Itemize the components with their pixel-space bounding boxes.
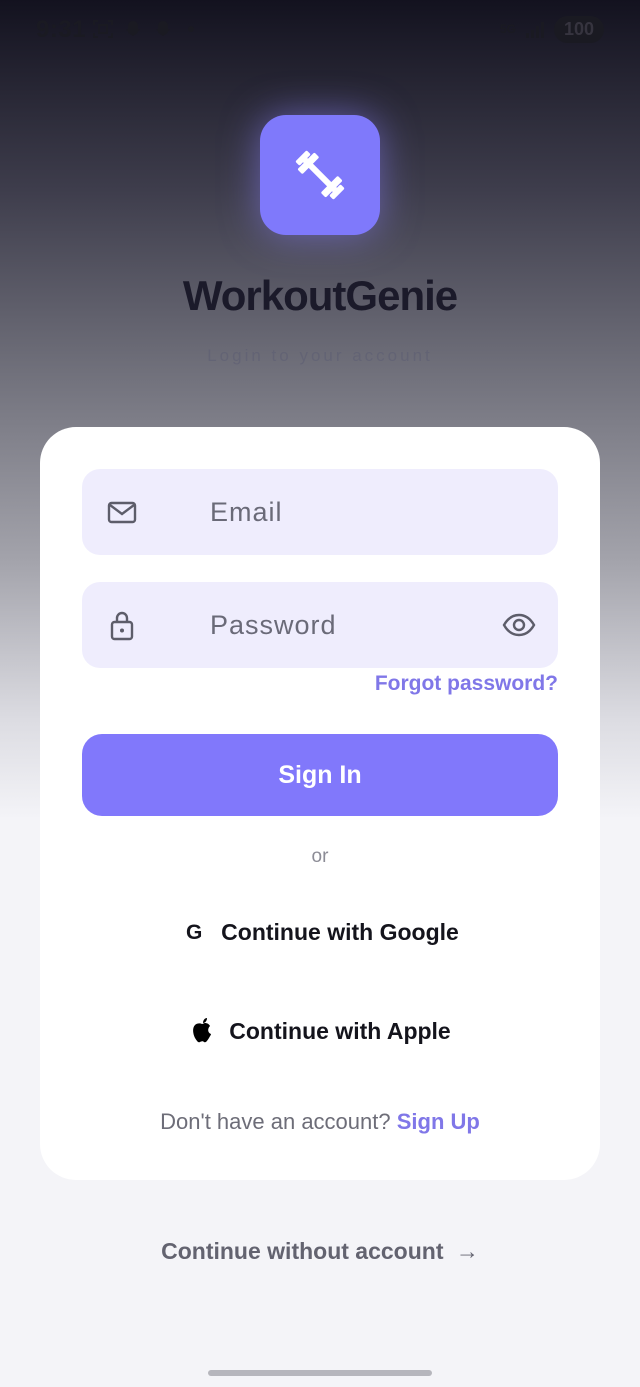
login-card: Email Password Forgot password? Sign In … [40, 427, 600, 1180]
snapchat-icon [122, 18, 144, 40]
app-logo [260, 115, 380, 235]
apple-sign-in-button[interactable]: Continue with Apple [40, 1016, 600, 1046]
arrow-right-icon: → [455, 1238, 479, 1264]
sign-up-prompt: Don't have an account? Sign Up [40, 1109, 600, 1135]
screenshot-icon [92, 18, 114, 40]
password-placeholder: Password [210, 610, 337, 640]
lock-icon [110, 611, 134, 641]
google-sign-in-label: Continue with Google [221, 919, 459, 945]
snapchat-icon [152, 18, 174, 40]
dumbbell-icon [295, 150, 345, 200]
email-field[interactable]: Email [82, 469, 558, 555]
sign-in-button[interactable]: Sign In [82, 734, 558, 816]
eye-icon[interactable] [502, 609, 536, 641]
notification-icons [92, 18, 194, 40]
battery-indicator: 100 [553, 16, 604, 43]
google-icon: G [186, 920, 203, 944]
app-title: WorkoutGenie [182, 272, 458, 319]
email-placeholder: Email [210, 497, 283, 527]
password-field[interactable]: Password [82, 582, 558, 668]
status-bar: 9:31 5G 100 [0, 0, 640, 60]
app-tagline: Login to your account [207, 346, 433, 365]
no-account-text: Don't have an account? [160, 1109, 391, 1134]
mail-icon [107, 501, 137, 524]
apple-sign-in-label: Continue with Apple [229, 1017, 451, 1044]
more-notifications-dot [188, 26, 194, 32]
network-type: 5G [499, 22, 516, 36]
apple-icon [193, 1018, 212, 1043]
continue-without-account-button[interactable]: Continue without account → [0, 1238, 640, 1265]
status-time: 9:31 [36, 16, 87, 43]
google-sign-in-button[interactable]: G Continue with Google [40, 919, 600, 946]
signal-icon [524, 19, 546, 41]
sign-up-link[interactable]: Sign Up [397, 1109, 480, 1134]
or-divider: or [311, 846, 329, 867]
system-indicators: 5G 100 [500, 16, 604, 43]
forgot-password-link[interactable]: Forgot password? [375, 672, 558, 696]
continue-without-account-label: Continue without account [161, 1238, 444, 1264]
home-indicator[interactable] [208, 1370, 432, 1376]
